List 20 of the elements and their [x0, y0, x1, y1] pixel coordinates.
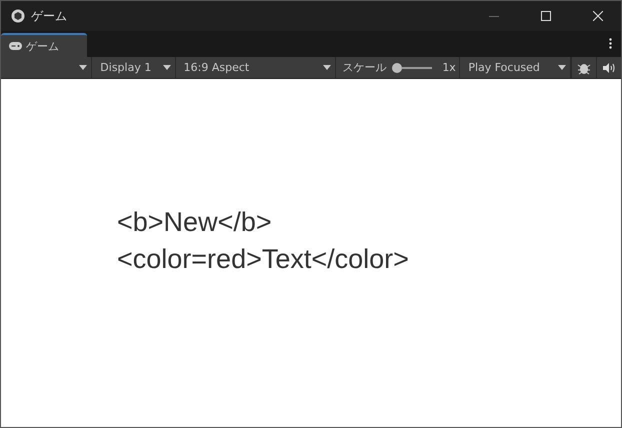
cube-icon [11, 9, 25, 23]
caret-icon [162, 65, 171, 70]
gamepad-icon [9, 42, 22, 50]
display-dropdown[interactable]: Display 1 [92, 57, 176, 78]
speaker-icon [603, 62, 616, 72]
more-options-icon[interactable] [609, 38, 612, 49]
text-line: <b>New</b> [117, 206, 273, 239]
maximize-icon [541, 11, 551, 21]
text-line: <color=red>Text</color> [117, 243, 410, 276]
caret-icon [558, 65, 566, 70]
aspect-dropdown[interactable]: 16:9 Aspect [176, 57, 336, 78]
window-title: ゲーム [31, 8, 68, 24]
scale-value: 1x [442, 61, 456, 74]
close-icon [593, 11, 603, 21]
caret-icon [323, 65, 332, 70]
tab[interactable]: ゲーム [1, 33, 87, 57]
scale-label: スケール [342, 60, 386, 75]
scale-slider[interactable] [392, 62, 432, 72]
play-mode-dropdown[interactable]: Play Focused [460, 57, 572, 78]
caret-icon [79, 65, 88, 70]
